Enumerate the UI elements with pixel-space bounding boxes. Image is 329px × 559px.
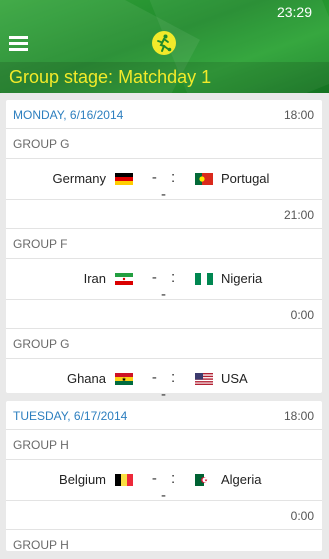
- group-label: GROUP H: [13, 438, 69, 452]
- match-date: MONDAY, 6/16/2014: [13, 108, 124, 122]
- score: - : -: [151, 169, 181, 203]
- time-row: 0:00: [6, 300, 322, 329]
- match-date: TUESDAY, 6/17/2014: [13, 409, 128, 423]
- kickoff-time: 0:00: [290, 509, 314, 523]
- kickoff-time: 21:00: [283, 208, 314, 222]
- group-label-row: GROUP H: [6, 530, 322, 559]
- soccer-player-logo-icon: [152, 31, 176, 55]
- home-team: Iran: [83, 271, 106, 286]
- score: - : -: [151, 369, 181, 403]
- date-header: MONDAY, 6/16/2014 18:00: [6, 100, 322, 129]
- time-row: 21:00: [6, 200, 322, 229]
- date-header: TUESDAY, 6/17/2014 18:00: [6, 401, 322, 430]
- group-label: GROUP G: [13, 337, 70, 351]
- away-team: Algeria: [221, 472, 262, 487]
- away-team: USA: [221, 371, 248, 386]
- kickoff-time: 18:00: [283, 409, 314, 423]
- home-team: Ghana: [66, 371, 106, 386]
- group-label-row: GROUP G: [6, 129, 322, 159]
- iran-flag-icon: [115, 273, 133, 285]
- day-card: TUESDAY, 6/17/2014 18:00 GROUP H Belgium…: [6, 401, 322, 552]
- kickoff-time: 0:00: [290, 308, 314, 322]
- away-team: Portugal: [221, 171, 270, 186]
- match-row[interactable]: Belgium - : - Algeria: [6, 460, 322, 504]
- portugal-flag-icon: [195, 173, 213, 185]
- home-team: Belgium: [59, 472, 106, 487]
- group-label-row: GROUP F: [6, 229, 322, 259]
- match-row[interactable]: Ghana - : - USA: [6, 359, 322, 403]
- time-row: 0:00: [6, 501, 322, 530]
- away-team: Nigeria: [221, 271, 263, 286]
- score: - : -: [151, 470, 181, 504]
- match-row[interactable]: Iran - : - Nigeria: [6, 259, 322, 303]
- app-header: 23:29 Group stage: Matchday 1: [0, 0, 329, 93]
- nigeria-flag-icon: [195, 273, 213, 285]
- group-label: GROUP H: [13, 538, 69, 552]
- match-row[interactable]: Germany - : - Portugal: [6, 159, 322, 203]
- algeria-flag-icon: [195, 474, 213, 486]
- ghana-flag-icon: [115, 373, 133, 385]
- status-bar-time: 23:29: [276, 4, 312, 20]
- group-label: GROUP G: [13, 137, 70, 151]
- hamburger-menu-icon[interactable]: [9, 36, 28, 51]
- day-card: MONDAY, 6/16/2014 18:00 GROUP G Germany …: [6, 100, 322, 403]
- belgium-flag-icon: [115, 474, 133, 486]
- group-label: GROUP F: [13, 237, 68, 251]
- score: - : -: [151, 269, 181, 303]
- page-title: Group stage: Matchday 1: [9, 67, 212, 87]
- group-label-row: GROUP G: [6, 329, 322, 359]
- home-team: Germany: [52, 171, 106, 186]
- kickoff-time: 18:00: [283, 108, 314, 122]
- group-label-row: GROUP H: [6, 430, 322, 460]
- usa-flag-icon: [195, 373, 213, 385]
- germany-flag-icon: [115, 173, 133, 185]
